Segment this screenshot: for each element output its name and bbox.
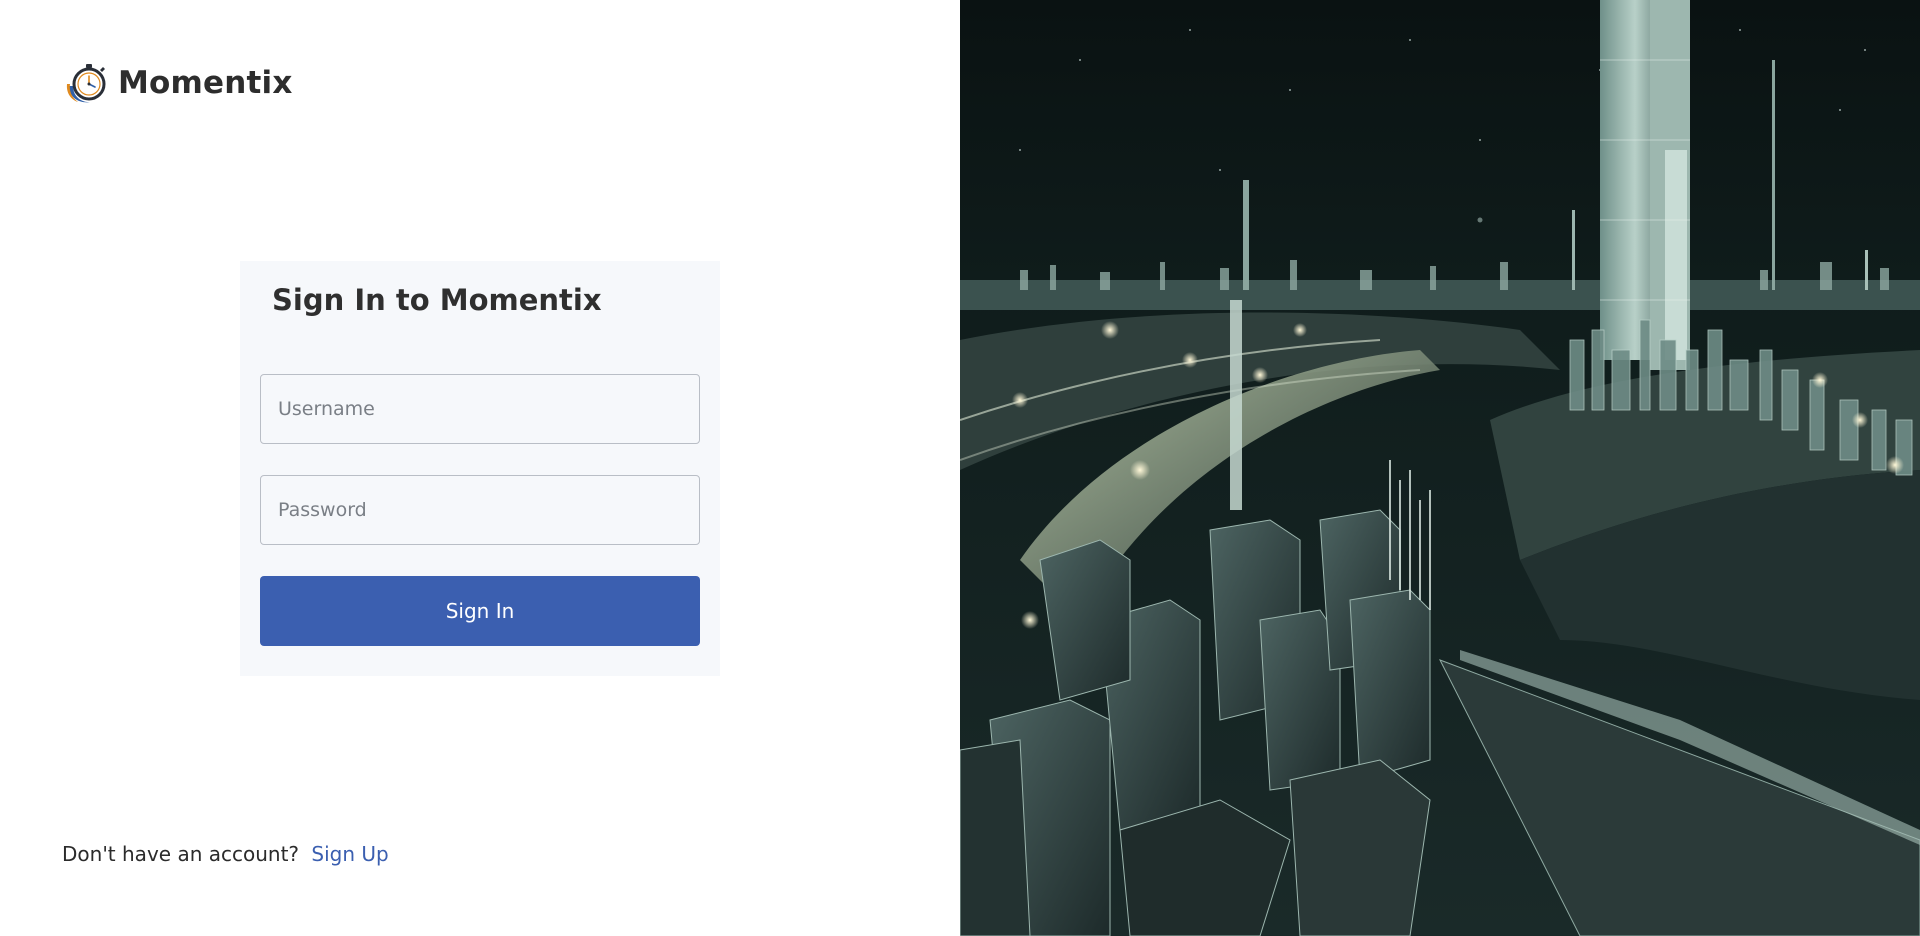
hero-image [960,0,1920,936]
brand-name: Momentix [118,65,293,101]
password-input[interactable] [260,475,700,545]
stopwatch-icon [66,64,106,103]
signup-prompt-row: Don't have an account? Sign Up [62,842,389,866]
brand-logo: Momentix [64,62,293,104]
sign-up-link[interactable]: Sign Up [311,842,388,866]
login-page: Momentix Sign In to Momentix Sign In Don… [0,0,1920,936]
username-input[interactable] [260,374,700,444]
login-panel: Momentix Sign In to Momentix Sign In Don… [0,0,960,936]
signin-card: Sign In to Momentix Sign In [240,261,720,676]
city-skyline-image [960,0,1920,936]
sign-in-button[interactable]: Sign In [260,576,700,646]
signup-prompt-text: Don't have an account? [62,842,300,866]
signin-title: Sign In to Momentix [272,283,602,317]
